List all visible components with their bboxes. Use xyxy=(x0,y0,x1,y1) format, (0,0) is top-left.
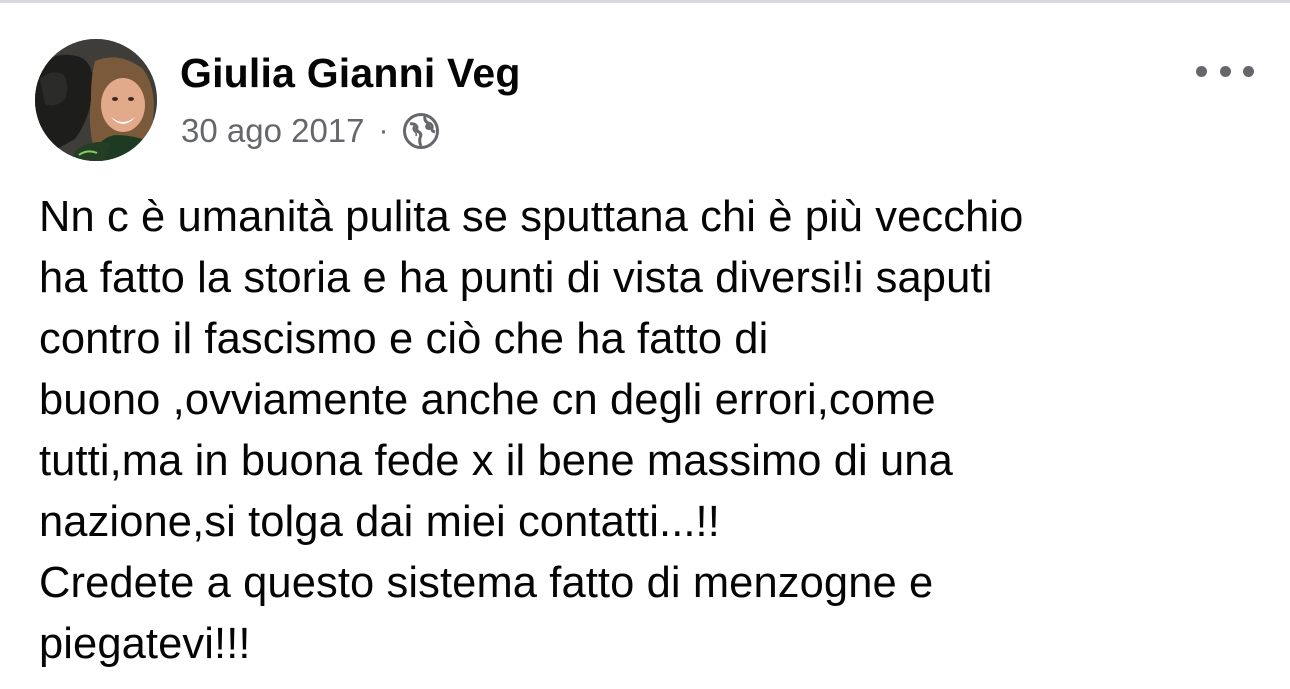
meta-separator: · xyxy=(378,114,389,147)
more-options-button[interactable] xyxy=(1196,58,1254,84)
more-dot xyxy=(1196,65,1207,77)
more-dot xyxy=(1219,65,1231,77)
globe-icon[interactable] xyxy=(402,112,440,150)
more-dot xyxy=(1243,65,1254,77)
post-meta: 30 ago 2017 · xyxy=(181,111,440,151)
post-timestamp[interactable]: 30 ago 2017 xyxy=(181,112,365,150)
post-card: Giulia Gianni Veg 30 ago 2017 · Nn c è u… xyxy=(0,0,1290,689)
author-avatar[interactable] xyxy=(35,39,157,161)
author-name[interactable]: Giulia Gianni Veg xyxy=(180,50,521,97)
avatar-image xyxy=(35,39,157,161)
post-body-text: Nn c è umanità pulita se sputtana chi è … xyxy=(39,193,1024,668)
